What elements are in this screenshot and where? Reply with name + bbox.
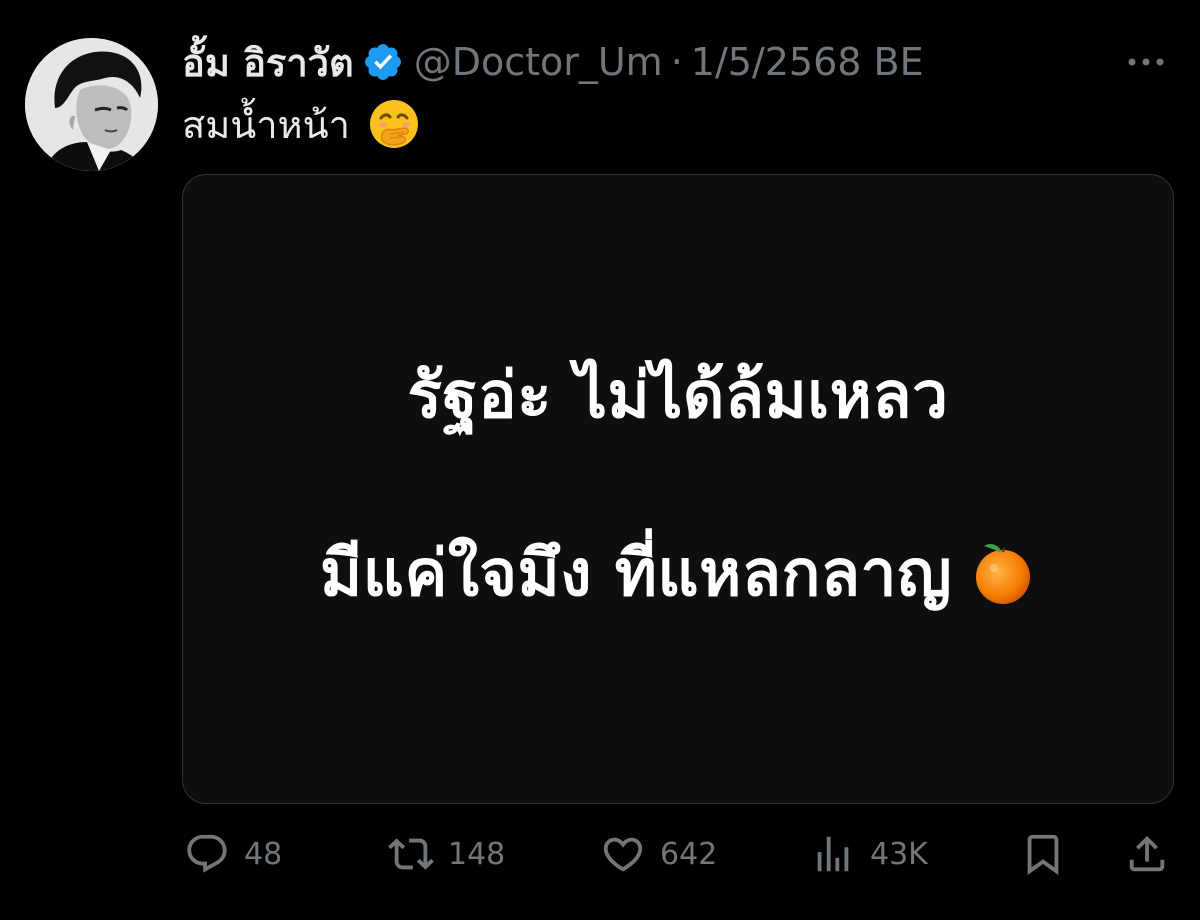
media-text-line-2-content: มีแค่ใจมึง ที่แหลกลาญ bbox=[320, 537, 952, 611]
media-text-line-1: รัฐอ่ะ ไม่ได้ล้มเหลว bbox=[183, 355, 1173, 435]
retweet-icon bbox=[388, 838, 434, 870]
avatar[interactable] bbox=[25, 38, 158, 171]
views-count: 43K bbox=[870, 836, 928, 872]
like-icon bbox=[603, 837, 643, 872]
bookmark-button[interactable] bbox=[1020, 828, 1066, 880]
views-icon bbox=[817, 836, 849, 872]
tweet-text: สมน้ำหน้า bbox=[182, 96, 420, 152]
reply-button[interactable]: 48 bbox=[184, 828, 282, 880]
tweet-header: อั้ม อิราวัต @Doctor_Um · 1/5/2568 BE bbox=[182, 34, 1170, 90]
bookmark-icon bbox=[1027, 834, 1059, 875]
author-handle[interactable]: @Doctor_Um bbox=[414, 40, 663, 84]
tweet-text-content: สมน้ำหน้า bbox=[182, 102, 350, 147]
more-options-button[interactable] bbox=[1122, 40, 1170, 84]
tweet-date[interactable]: 1/5/2568 BE bbox=[691, 40, 924, 84]
tangerine-icon bbox=[976, 543, 1030, 604]
like-button[interactable]: 642 bbox=[600, 828, 717, 880]
face-with-hand-over-mouth-icon bbox=[369, 100, 418, 148]
header-separator: · bbox=[670, 40, 683, 84]
more-horizontal-icon bbox=[1128, 58, 1164, 66]
share-button[interactable] bbox=[1124, 828, 1170, 880]
tweet: อั้ม อิราวัต @Doctor_Um · 1/5/2568 BE สม… bbox=[0, 0, 1200, 920]
media-text-line-2: มีแค่ใจมึง ที่แหลกลาญ bbox=[183, 533, 1173, 613]
retweet-count: 148 bbox=[448, 836, 506, 872]
share-icon bbox=[1129, 835, 1165, 872]
reply-count: 48 bbox=[244, 836, 283, 872]
author-display-name[interactable]: อั้ม อิราวัต bbox=[182, 32, 354, 93]
reply-icon bbox=[187, 834, 227, 873]
media-text-line-1-content: รัฐอ่ะ ไม่ได้ล้มเหลว bbox=[407, 359, 949, 433]
views-button[interactable]: 43K bbox=[810, 828, 928, 880]
profile-photo-man-icon bbox=[25, 38, 158, 171]
verified-badge-icon[interactable] bbox=[362, 41, 404, 83]
tweet-action-bar: 48 148 642 43K bbox=[182, 828, 1174, 880]
retweet-button[interactable]: 148 bbox=[388, 828, 505, 880]
media-image[interactable]: รัฐอ่ะ ไม่ได้ล้มเหลว มีแค่ใจมึง ที่แหลกล… bbox=[182, 174, 1174, 804]
like-count: 642 bbox=[660, 836, 718, 872]
